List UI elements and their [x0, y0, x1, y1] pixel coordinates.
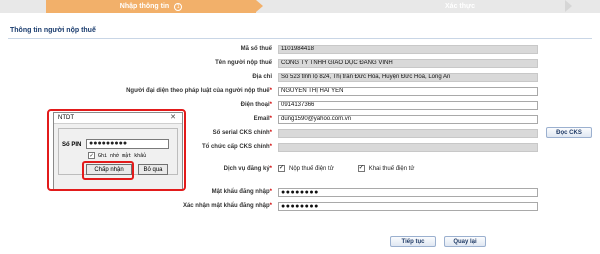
- service-options: ✓ Nộp thuế điện tử ✓ Khai thuế điện tử: [278, 165, 414, 172]
- legal-rep-label: Người đại diện theo pháp luật của người …: [126, 88, 272, 94]
- step-2-arrow: [565, 0, 572, 12]
- confirm-password-label: Xác nhận mật khẩu đăng nhập*: [182, 203, 272, 209]
- e-filing-label: Khai thuế điện tử: [368, 165, 415, 172]
- confirm-password-input[interactable]: ●●●●●●●●: [278, 202, 538, 211]
- tax-code-field: 1101984418: [278, 45, 538, 54]
- step-1-arrow: [256, 0, 263, 12]
- continue-button[interactable]: Tiếp tục: [390, 236, 436, 247]
- cks-serial-field: [278, 129, 538, 138]
- step-1-label: Nhập thông tin: [119, 3, 170, 10]
- address-field: Số 523 tỉnh lộ 824, Thị trấn Đức Hòa, Hu…: [278, 73, 538, 82]
- step-1: Nhập thông tin 1: [46, 0, 256, 13]
- tax-code-label: Mã số thuế: [240, 46, 272, 52]
- read-cks-button[interactable]: Đọc CKS: [546, 127, 592, 138]
- step-1-number: 1: [174, 2, 183, 11]
- step-2-label: Xác thực: [445, 3, 475, 10]
- back-button[interactable]: Quay lại: [444, 236, 486, 247]
- address-label: Địa chỉ: [252, 74, 272, 80]
- step-2: Xác thực: [380, 0, 540, 13]
- phone-label: Điện thoại*: [240, 102, 272, 108]
- e-payment-checkbox[interactable]: ✓: [278, 165, 285, 172]
- cks-issuer-field: [278, 143, 538, 152]
- highlight-accept-outline: [82, 161, 134, 180]
- password-input[interactable]: ●●●●●●●●: [278, 188, 538, 197]
- taxpayer-name-label: Tên người nộp thuế: [215, 60, 272, 66]
- email-input[interactable]: dung1590@yahoo.com.vn: [278, 115, 538, 124]
- e-payment-label: Nộp thuế điện tử: [289, 165, 334, 172]
- section-title: Thông tin người nộp thuế: [10, 27, 96, 34]
- section-divider: [8, 38, 592, 39]
- e-filing-checkbox[interactable]: ✓: [357, 165, 365, 172]
- phone-input[interactable]: 0914137366: [278, 101, 538, 110]
- step-bar: Nhập thông tin 1 Xác thực: [0, 0, 600, 13]
- taxpayer-name-field: CÔNG TY TNHH GIÁO DỤC ĐĂNG VINH: [278, 59, 538, 68]
- legal-rep-input[interactable]: NGUYỄN THỊ HẢI YẾN: [278, 87, 538, 96]
